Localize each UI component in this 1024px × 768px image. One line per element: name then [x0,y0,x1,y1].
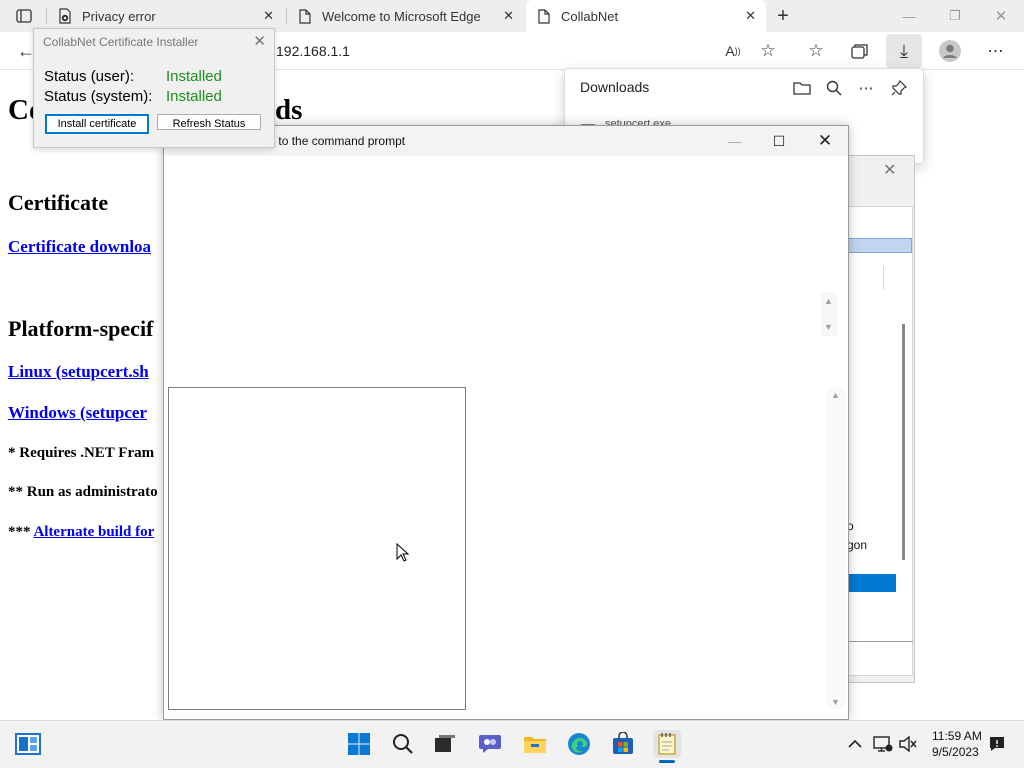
downloads-title: Downloads [580,79,650,95]
list-scrollbar-track [883,266,884,290]
page-heading-end: ds [275,94,303,126]
linux-link[interactable]: Linux (setupcert.sh [8,362,149,382]
scroll-up-arrow-icon[interactable]: ▲ [824,296,833,306]
close-button[interactable]: ✕ [802,126,848,156]
close-icon[interactable]: ✕ [883,160,896,180]
favorites-icon[interactable]: ☆ [803,38,829,64]
chevron-up-icon[interactable] [841,730,869,758]
status-system-value: Installed [166,88,222,105]
minimize-button[interactable]: — [712,126,758,156]
status-system-label: Status (system): [44,88,153,105]
read-aloud-icon[interactable]: A)) [720,38,746,64]
selected-list-item[interactable] [846,238,912,253]
close-tab-icon[interactable]: ✕ [503,8,514,24]
certificate-installer-window: CollabNet Certificate Installer ✕ Status… [33,28,275,148]
refresh-status-button[interactable]: Refresh Status [157,114,261,130]
minimize-button[interactable]: — [886,0,932,32]
search-icon[interactable] [823,77,845,99]
restore-button[interactable]: ❐ [932,0,978,32]
clock-date[interactable]: 9/5/2023 [932,745,979,759]
note-alternate: *** Alternate build for [8,524,154,541]
tab-collabnet[interactable]: CollabNet ✕ [526,0,766,32]
maximize-button[interactable]: ☐ [756,126,802,156]
warning-doc-icon [57,8,73,24]
note-prefix: *** [8,524,34,540]
page-icon [297,8,313,24]
close-tab-icon[interactable]: ✕ [263,8,274,24]
new-tab-icon[interactable]: + [772,5,794,27]
add-favorite-icon[interactable]: ☆ [755,38,781,64]
list-scrollbar[interactable] [902,324,905,560]
tab-title: Welcome to Microsoft Edge [322,8,481,24]
edge-browser-icon[interactable] [565,730,593,758]
scroll-down-arrow-icon[interactable]: ▼ [824,322,833,332]
task-view-icon[interactable] [431,730,459,758]
note-dotnet: * Requires .NET Fram [8,445,155,461]
downloads-icon[interactable]: ⤓ [886,34,922,68]
file-explorer-icon[interactable] [521,730,549,758]
dialog-text-2: gon [847,538,868,552]
platform-heading: Platform-specif [8,316,154,341]
close-window-button[interactable]: ✕ [978,0,1024,32]
store-icon[interactable] [609,730,637,758]
network-icon[interactable] [869,730,897,758]
pin-icon[interactable] [888,77,910,99]
search-icon[interactable] [389,730,417,758]
windows-link[interactable]: Windows (setupcer [8,403,147,423]
dialog-primary-button[interactable] [847,574,896,592]
scroll-down-arrow-icon[interactable]: ▼ [831,697,840,707]
close-tab-icon[interactable]: ✕ [745,8,756,24]
vertical-scrollbar[interactable] [827,387,845,709]
widgets-icon[interactable] [14,730,42,758]
volume-muted-icon[interactable] [894,730,922,758]
more-options-icon[interactable]: ⋯ [855,77,877,99]
scroll-up-arrow-icon[interactable]: ▲ [831,390,840,400]
open-folder-icon[interactable] [791,77,813,99]
installer-title: CollabNet Certificate Installer [43,35,199,49]
close-icon[interactable]: ✕ [253,32,266,50]
status-user-label: Status (user): [44,68,135,85]
tab-title: CollabNet [561,8,619,24]
note-admin: ** Run as administrato [8,484,158,500]
help-text-pane[interactable] [168,387,466,710]
notepad-icon[interactable] [653,730,681,758]
certificate-heading: Certificate [8,190,109,215]
tab-title: Privacy error [82,8,156,24]
more-menu-icon[interactable]: ⋯ [983,38,1009,64]
status-user-value: Installed [166,68,222,85]
profile-avatar-icon[interactable] [937,38,963,64]
notification-icon[interactable] [983,730,1011,758]
chat-icon[interactable] [476,730,504,758]
tab-welcome-edge[interactable]: Welcome to Microsoft Edge ✕ [288,0,524,32]
address-bar[interactable]: 192.168.1.1 [276,43,350,59]
policy-window: Prevent access to the command prompt — ☐… [163,125,849,720]
tab-actions-icon[interactable] [12,5,36,27]
certificate-download-link[interactable]: Certificate downloa [8,237,151,257]
install-certificate-button[interactable]: Install certificate [45,114,149,134]
clock-time[interactable]: 11:59 AM [932,729,982,743]
alternate-build-link[interactable]: Alternate build for [33,524,154,540]
start-windows-icon[interactable] [345,730,373,758]
page-icon [536,8,552,24]
active-app-indicator [659,760,675,763]
mouse-cursor-icon [396,542,410,563]
collections-icon[interactable] [847,38,873,64]
